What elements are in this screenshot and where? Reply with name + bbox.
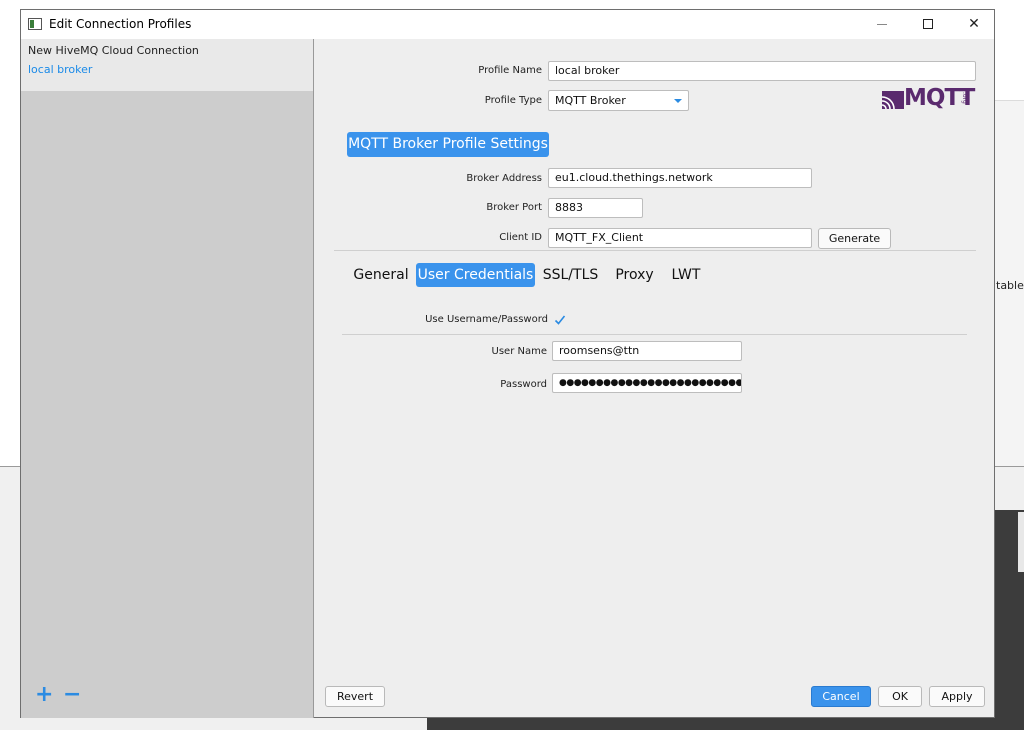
mqtt-logo: MQTT .org (882, 85, 977, 111)
profile-list-panel: New HiveMQ Cloud Connection local broker… (21, 39, 314, 718)
app-window-icon (28, 18, 42, 30)
maximize-icon (923, 19, 933, 29)
profile-type-value: MQTT Broker (555, 94, 626, 107)
ok-button[interactable]: OK (878, 686, 922, 707)
tab-user-credentials[interactable]: User Credentials (416, 263, 535, 287)
client-id-label: Client ID (499, 232, 542, 243)
mqtt-logo-org: .org (961, 92, 968, 104)
tab-ssl-tls[interactable]: SSL/TLS (539, 263, 602, 287)
tab-proxy[interactable]: Proxy (609, 263, 660, 287)
broker-settings-section-title: MQTT Broker Profile Settings (347, 132, 549, 157)
broker-port-input[interactable]: 8883 (548, 198, 643, 218)
minimize-icon (877, 24, 887, 25)
use-credentials-label: Use Username/Password (425, 314, 548, 325)
client-id-input[interactable]: MQTT_FX_Client (548, 228, 812, 248)
credentials-divider (342, 334, 967, 335)
password-label: Password (500, 379, 547, 390)
revert-button[interactable]: Revert (325, 686, 385, 707)
minimize-button[interactable] (859, 10, 905, 39)
generate-button[interactable]: Generate (818, 228, 891, 249)
profile-type-select[interactable]: MQTT Broker (548, 90, 689, 111)
apply-button[interactable]: Apply (929, 686, 985, 707)
cancel-button[interactable]: Cancel (811, 686, 871, 707)
profile-name-input[interactable]: local broker (548, 61, 976, 81)
broker-address-label: Broker Address (466, 173, 542, 184)
username-input[interactable]: roomsens@ttn (552, 341, 742, 361)
section-divider (334, 250, 976, 251)
profile-list: New HiveMQ Cloud Connection local broker (21, 39, 313, 91)
dropdown-arrow-icon (674, 99, 682, 103)
background-text: table (996, 279, 1024, 292)
dialog-title: Edit Connection Profiles (49, 17, 192, 31)
title-bar[interactable]: Edit Connection Profiles ✕ (21, 10, 994, 39)
tab-lwt[interactable]: LWT (665, 263, 707, 287)
tab-general[interactable]: General (351, 263, 411, 287)
maximize-button[interactable] (905, 10, 951, 39)
username-label: User Name (491, 346, 547, 357)
profile-type-label: Profile Type (484, 95, 542, 106)
background-scroll-strip (1018, 512, 1024, 572)
close-icon: ✕ (968, 16, 980, 32)
profile-item-local-broker[interactable]: local broker (28, 63, 92, 76)
remove-profile-button[interactable]: − (63, 684, 81, 706)
password-input[interactable]: ●●●●●●●●●●●●●●●●●●●●●●●●●● (552, 373, 742, 393)
broker-address-input[interactable]: eu1.cloud.thethings.network (548, 168, 812, 188)
use-credentials-checkbox[interactable] (554, 314, 566, 326)
mqtt-logo-mark-icon (882, 91, 904, 109)
profile-item-hivemq[interactable]: New HiveMQ Cloud Connection (28, 44, 199, 57)
add-profile-button[interactable]: + (35, 684, 53, 706)
edit-connection-profiles-dialog: Edit Connection Profiles ✕ New HiveMQ Cl… (20, 9, 995, 718)
broker-port-label: Broker Port (486, 202, 542, 213)
close-button[interactable]: ✕ (951, 10, 997, 39)
profile-name-label: Profile Name (478, 65, 542, 76)
